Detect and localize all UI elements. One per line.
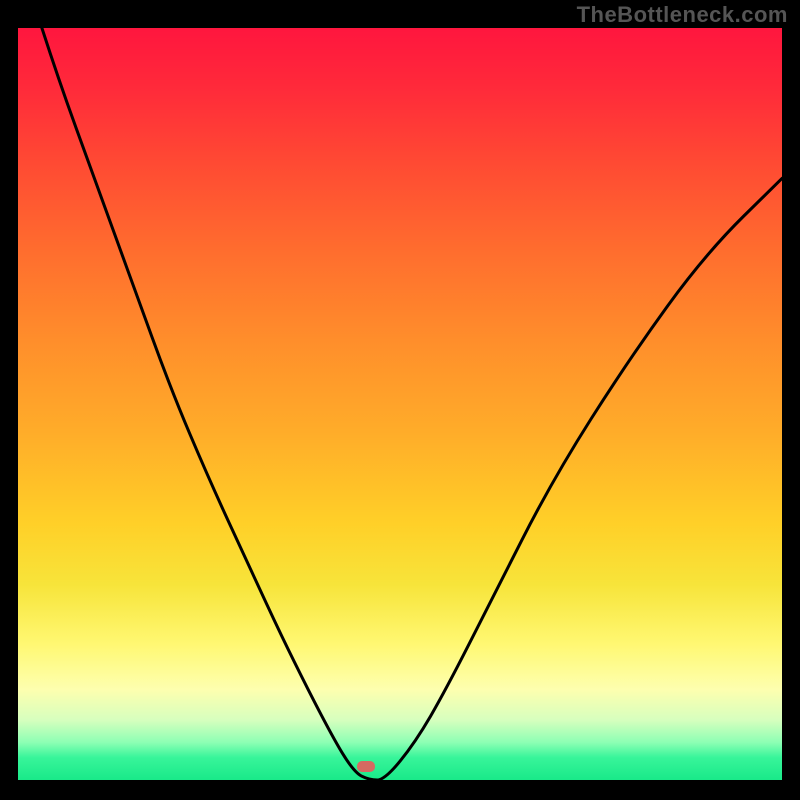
optimal-marker — [357, 761, 375, 772]
curve-path — [18, 28, 782, 780]
chart-frame: TheBottleneck.com — [0, 0, 800, 800]
bottleneck-curve — [18, 28, 782, 780]
plot-area — [18, 28, 782, 780]
watermark-text: TheBottleneck.com — [577, 2, 788, 28]
